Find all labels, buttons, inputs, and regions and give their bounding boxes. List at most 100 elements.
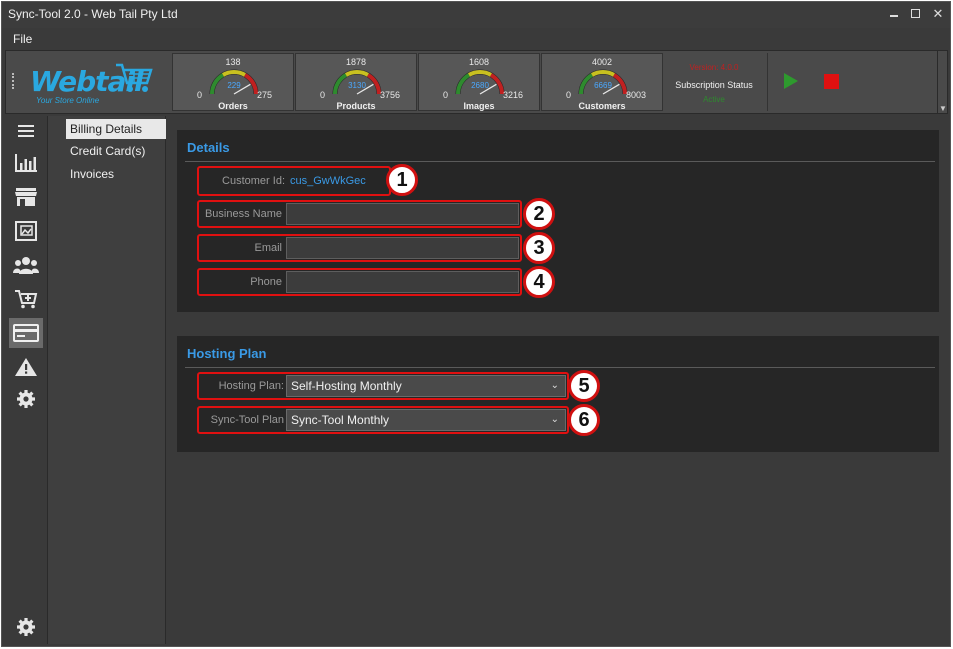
credit-card-icon <box>13 324 39 342</box>
chevron-down-icon: ⌄ <box>550 380 559 391</box>
gauge-label: Images <box>463 101 495 111</box>
stop-icon[interactable] <box>824 74 839 89</box>
version-text: Version: 4.0.0 <box>689 63 739 72</box>
dashboard-toolbar: Webtail Your Store Online 138 229 0 275 Orde… <box>5 50 948 114</box>
callout-badge-1: 1 <box>386 164 418 196</box>
subscription-status-label: Subscription Status <box>675 80 753 90</box>
billing-subnav: Billing Details Credit Card(s) Invoices <box>47 116 166 644</box>
toolbar-grip[interactable] <box>12 73 15 89</box>
phone-input[interactable] <box>286 271 519 293</box>
bottom-settings-button[interactable] <box>16 617 36 640</box>
logo-tagline: Your Store Online <box>36 96 100 105</box>
callout-badge-4: 4 <box>523 266 555 298</box>
hamburger-icon <box>18 125 34 137</box>
sync-tool-plan-row: Sync-Tool Plan Sync-Tool Monthly ⌄ <box>197 406 569 434</box>
minimize-icon <box>890 15 898 17</box>
subnav-credit-cards[interactable]: Credit Card(s) <box>66 141 166 161</box>
gauge-max: 3756 <box>380 90 401 100</box>
sync-tool-plan-select[interactable]: Sync-Tool Monthly ⌄ <box>286 409 566 431</box>
subnav-billing-details[interactable]: Billing Details <box>66 119 166 139</box>
email-label: Email <box>254 242 282 254</box>
nav-store[interactable] <box>9 182 43 212</box>
toolbar-divider <box>767 53 768 111</box>
maximize-icon <box>911 9 920 18</box>
hosting-plan-section: Hosting Plan Hosting Plan: Self-Hosting … <box>177 336 939 452</box>
gauge-label: Products <box>336 101 376 111</box>
email-row: Email <box>197 234 522 262</box>
gauge-min: 0 <box>197 90 203 100</box>
gear-icon <box>17 390 35 408</box>
cart-icon <box>116 63 153 92</box>
gauge-orders: 138 229 0 275 Orders <box>172 53 294 111</box>
chevron-down-icon: ▼ <box>939 104 947 113</box>
email-input[interactable] <box>286 237 519 259</box>
callout-badge-3: 3 <box>523 232 555 264</box>
customer-id-label: Customer Id: <box>222 175 285 187</box>
nav-billing[interactable] <box>9 318 43 348</box>
details-section: Details Customer Id: cus_GwWkGec Busines… <box>177 130 939 312</box>
gear-icon <box>17 618 35 636</box>
subscription-status-value: Active <box>703 95 725 104</box>
gauge-max: 8003 <box>626 90 647 100</box>
subscription-panel: Version: 4.0.0 Subscription Status Activ… <box>664 53 764 111</box>
gauge-value: 229 <box>227 81 241 90</box>
nav-settings[interactable] <box>9 384 43 414</box>
gauge-customers: 4002 6669 0 8003 Customers <box>541 53 663 111</box>
gauge-value: 3130 <box>348 81 366 90</box>
store-icon <box>15 188 37 206</box>
app-window: Sync-Tool 2.0 - Web Tail Pty Ltd ✕ File … <box>1 1 951 647</box>
menu-bar: File <box>2 28 950 48</box>
hosting-plan-heading: Hosting Plan <box>187 346 267 361</box>
gauge-max: 3216 <box>503 90 524 100</box>
users-icon <box>13 257 39 274</box>
business-name-label: Business Name <box>204 208 282 220</box>
nav-products[interactable] <box>9 216 43 246</box>
callout-badge-2: 2 <box>523 198 555 230</box>
hosting-plan-select[interactable]: Self-Hosting Monthly ⌄ <box>286 375 566 397</box>
maximize-button[interactable] <box>908 6 924 22</box>
customer-id-row: Customer Id: cus_GwWkGec <box>197 166 391 196</box>
gauge-value: 6669 <box>594 81 612 90</box>
window-title: Sync-Tool 2.0 - Web Tail Pty Ltd <box>8 7 178 21</box>
nav-alerts[interactable] <box>9 352 43 382</box>
chevron-down-icon: ⌄ <box>550 414 559 425</box>
business-name-input[interactable] <box>286 203 519 225</box>
sync-tool-plan-value: Sync-Tool Monthly <box>291 413 390 427</box>
phone-row: Phone <box>197 268 522 296</box>
hosting-plan-divider <box>185 367 935 368</box>
gauge-min: 0 <box>566 90 572 100</box>
minimize-button[interactable] <box>886 6 902 22</box>
cart-plus-icon <box>15 290 38 309</box>
warning-icon <box>15 358 37 376</box>
menu-file[interactable]: File <box>13 32 32 46</box>
toolbar-overflow[interactable]: ▼ <box>937 51 947 113</box>
close-button[interactable]: ✕ <box>930 6 946 22</box>
subnav-invoices[interactable]: Invoices <box>66 164 166 184</box>
gallery-icon <box>15 221 37 241</box>
details-divider <box>185 161 935 162</box>
bar-chart-icon <box>15 154 37 172</box>
gauge-products: 1878 3130 0 3756 Products <box>295 53 417 111</box>
phone-label: Phone <box>250 276 282 288</box>
gauge-value: 2680 <box>471 81 489 90</box>
nav-orders[interactable] <box>9 284 43 314</box>
gauge-label: Orders <box>218 101 248 111</box>
gauge-label: Customers <box>578 101 626 111</box>
close-icon: ✕ <box>932 6 944 21</box>
left-nav <box>7 116 45 644</box>
play-icon[interactable] <box>784 73 798 89</box>
callout-badge-5: 5 <box>568 370 600 402</box>
nav-reports[interactable] <box>9 148 43 178</box>
sync-tool-plan-label: Sync-Tool Plan <box>210 414 284 426</box>
gauge-min: 0 <box>320 90 326 100</box>
title-bar: Sync-Tool 2.0 - Web Tail Pty Ltd ✕ <box>2 2 950 28</box>
gauge-images: 1608 2680 0 3216 Images <box>418 53 540 111</box>
details-heading: Details <box>187 140 230 155</box>
nav-menu[interactable] <box>9 116 43 146</box>
main-content: Details Customer Id: cus_GwWkGec Busines… <box>168 116 949 646</box>
hosting-plan-label: Hosting Plan: <box>218 380 284 392</box>
gauge-min: 0 <box>443 90 449 100</box>
hosting-plan-value: Self-Hosting Monthly <box>291 379 402 393</box>
nav-customers[interactable] <box>9 250 43 280</box>
business-name-row: Business Name <box>197 200 522 228</box>
